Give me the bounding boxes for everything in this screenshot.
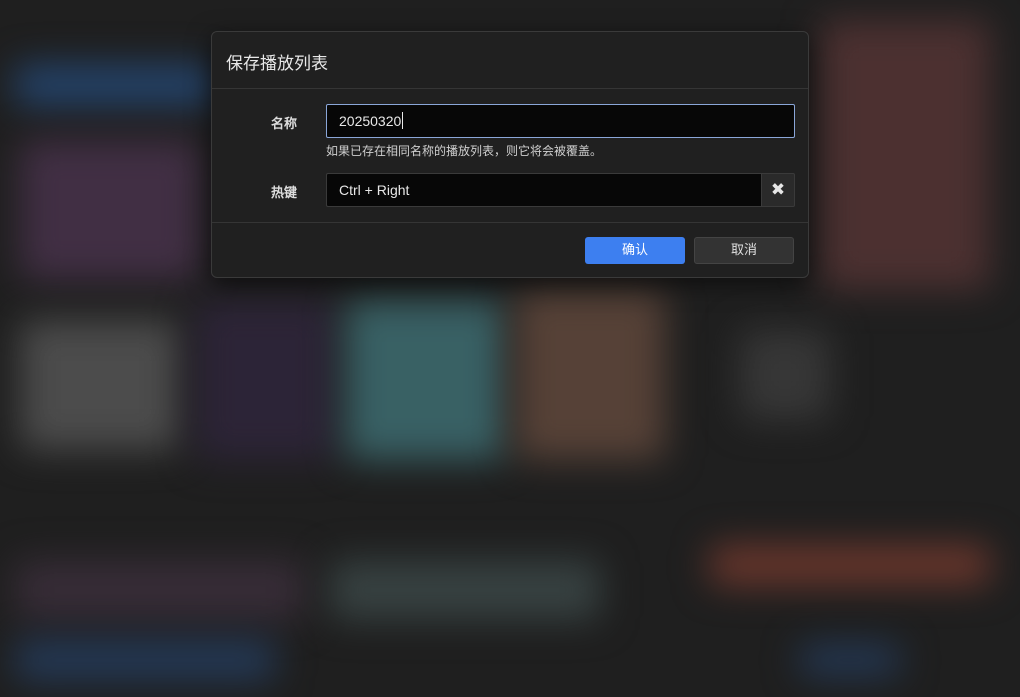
name-label: 名称 (270, 117, 297, 132)
save-playlist-dialog: 保存播放列表 名称 20250320 如果已存在相同名称的播放列表，则它将会被覆… (211, 31, 809, 278)
text-caret (402, 112, 404, 130)
cancel-button[interactable]: 取消 (694, 237, 794, 264)
confirm-button[interactable]: 确认 (585, 237, 685, 264)
playlist-name-input[interactable]: 20250320 (326, 104, 795, 138)
divider (212, 88, 808, 89)
overwrite-hint: 如果已存在相同名称的播放列表，则它将会被覆盖。 (326, 144, 603, 158)
dialog-title: 保存播放列表 (226, 54, 328, 74)
divider (212, 222, 808, 223)
hotkey-input[interactable]: Ctrl + Right (326, 173, 761, 207)
clear-hotkey-button[interactable]: ✖ (761, 173, 795, 207)
close-icon: ✖ (770, 180, 786, 200)
name-input-value: 20250320 (339, 113, 402, 129)
hotkey-label: 热键 (270, 186, 297, 201)
hotkey-input-value: Ctrl + Right (339, 182, 410, 198)
